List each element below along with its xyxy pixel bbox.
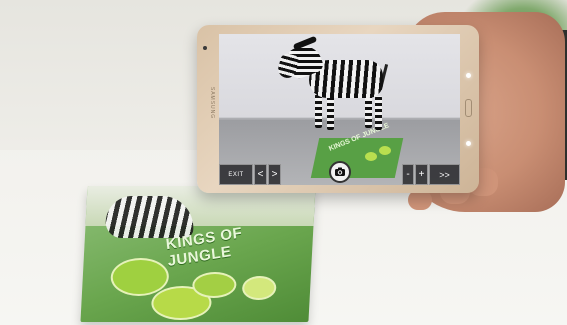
exit-button[interactable]: EXIT bbox=[219, 164, 253, 185]
capture-button[interactable] bbox=[329, 161, 351, 183]
next-button[interactable]: > bbox=[268, 164, 281, 185]
finger bbox=[408, 190, 432, 210]
camera-icon bbox=[335, 167, 345, 176]
zoom-out-button[interactable]: - bbox=[402, 164, 414, 185]
front-camera-icon bbox=[203, 46, 207, 50]
ar-zebra-model bbox=[276, 35, 399, 138]
zebra-leg bbox=[327, 96, 334, 130]
ar-toolbar: EXIT < > - + >> bbox=[219, 161, 460, 185]
sensor-light-icon bbox=[466, 141, 471, 146]
magazine-badge bbox=[191, 272, 238, 298]
camera-view-badge bbox=[365, 152, 377, 161]
magazine-badge bbox=[241, 276, 277, 300]
zebra-leg bbox=[315, 94, 322, 128]
magazine-zebra-image bbox=[104, 196, 196, 238]
camera-view-badge bbox=[379, 146, 391, 155]
zebra-leg bbox=[375, 96, 382, 130]
ar-app-screen: KINGS OF JUNGLE EXIT < > - + >> bbox=[219, 34, 460, 185]
zebra-leg bbox=[365, 94, 372, 128]
home-button[interactable] bbox=[465, 99, 472, 117]
previous-button[interactable]: < bbox=[254, 164, 267, 185]
zoom-in-button[interactable]: + bbox=[415, 164, 428, 185]
fast-forward-button[interactable]: >> bbox=[429, 164, 460, 185]
photo-scene: KINGS OF JUNGLE SAMSUNG KINGS OF JUNGLE bbox=[0, 0, 567, 325]
brand-label: SAMSUNG bbox=[209, 86, 216, 120]
sensor-light-icon bbox=[466, 73, 471, 78]
magazine: KINGS OF JUNGLE bbox=[80, 186, 316, 322]
